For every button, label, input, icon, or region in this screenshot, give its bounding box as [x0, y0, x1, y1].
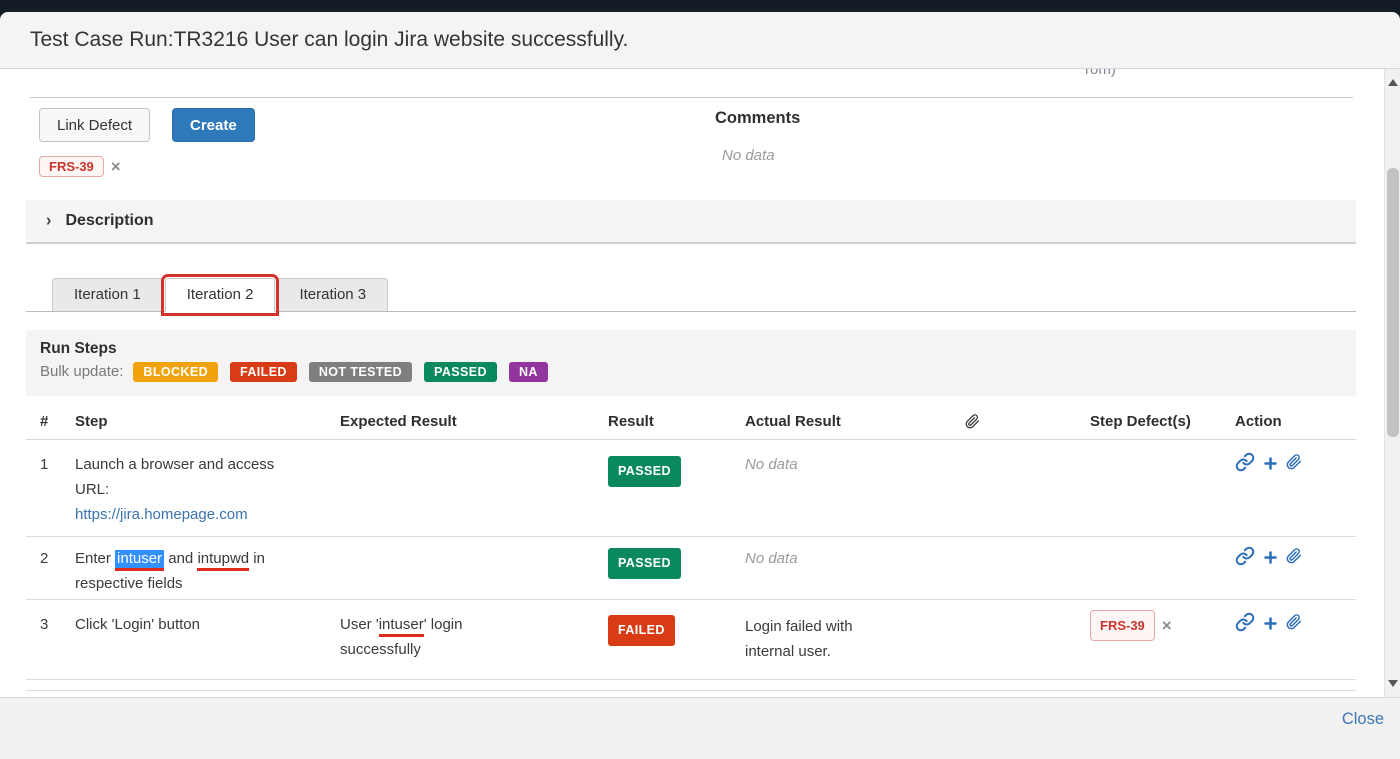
- step-text: Launch a browser and access URL: https:/…: [75, 452, 330, 527]
- add-defect-icon[interactable]: [1263, 548, 1278, 573]
- step-row-3: 3 Click 'Login' button User 'intuser' lo…: [26, 600, 1356, 680]
- result-cell: FAILED: [608, 615, 675, 646]
- bulk-badge-na[interactable]: NA: [509, 362, 548, 382]
- step-number: 3: [40, 612, 48, 637]
- section-divider: [30, 97, 1353, 98]
- steps-table-header: # Step Expected Result Result Actual Res…: [26, 405, 1356, 440]
- run-steps-heading: Run Steps: [40, 340, 1342, 358]
- create-defect-button[interactable]: Create: [172, 108, 255, 142]
- tab-iteration-1[interactable]: Iteration 1: [52, 278, 163, 312]
- header-num: #: [40, 413, 48, 430]
- comments-heading: Comments: [715, 109, 800, 128]
- header-attachment paperclip-icon: [965, 413, 980, 434]
- actual-line1: Login failed with: [745, 618, 853, 635]
- step-number: 2: [40, 546, 48, 571]
- modal-header: Test Case Run:TR3216 User can login Jira…: [0, 12, 1400, 69]
- iteration-tabs: Iteration 1Iteration 2Iteration 3: [52, 278, 390, 312]
- linked-defect-tag[interactable]: FRS-39: [39, 156, 104, 177]
- step-text: Click 'Login' button: [75, 612, 330, 637]
- chevron-right-icon: ›: [46, 198, 51, 244]
- step-text-part: and: [164, 550, 197, 567]
- actual-result-empty: No data: [745, 546, 955, 571]
- vertical-scrollbar[interactable]: [1384, 69, 1400, 697]
- actual-line2: internal user.: [745, 643, 831, 660]
- step-text-line2: respective fields: [75, 575, 183, 592]
- link-defect-button[interactable]: Link Defect: [39, 108, 150, 142]
- add-defect-icon[interactable]: [1263, 614, 1278, 639]
- bulk-badge-failed[interactable]: FAILED: [230, 362, 297, 382]
- remove-step-defect-icon[interactable]: ×: [1162, 616, 1172, 635]
- header-step: Step: [75, 413, 330, 430]
- scrollbar-thumb[interactable]: [1387, 168, 1399, 437]
- header-actual-result: Actual Result: [745, 413, 955, 430]
- row-actions: [1235, 612, 1345, 640]
- underlined-password: intupwd: [197, 550, 249, 571]
- actual-result-text: Login failed with internal user.: [745, 614, 955, 664]
- link-defect-icon[interactable]: [1235, 546, 1255, 574]
- result-cell: PASSED: [608, 456, 681, 487]
- expected-part: ' login: [424, 616, 463, 633]
- tab-iteration-2[interactable]: Iteration 2: [165, 278, 276, 312]
- clipped-scrolled-text: rom): [1085, 69, 1116, 78]
- result-badge-failed[interactable]: FAILED: [608, 615, 675, 646]
- step-text-line1: Launch a browser and access: [75, 456, 274, 473]
- table-bottom-divider: [26, 690, 1356, 691]
- step-number: 1: [40, 452, 48, 477]
- step-text-part: Enter: [75, 550, 115, 567]
- bulk-badge-passed[interactable]: PASSED: [424, 362, 497, 382]
- result-cell: PASSED: [608, 548, 681, 579]
- scroll-up-icon[interactable]: [1385, 69, 1400, 95]
- bulk-badge-blocked[interactable]: BLOCKED: [133, 362, 218, 382]
- description-section-toggle[interactable]: › Description: [26, 200, 1356, 244]
- description-label: Description: [66, 212, 154, 229]
- page-background: { "modal": { "title": "Test Case Run:TR3…: [0, 0, 1400, 759]
- actual-result-empty: No data: [745, 452, 955, 477]
- result-badge-passed[interactable]: PASSED: [608, 548, 681, 579]
- link-defect-icon[interactable]: [1235, 612, 1255, 640]
- remove-defect-icon[interactable]: ×: [111, 157, 121, 176]
- attach-file-icon[interactable]: [1286, 453, 1302, 479]
- attach-file-icon[interactable]: [1286, 547, 1302, 573]
- expected-result-text: User 'intuser' login successfully: [340, 612, 585, 662]
- run-steps-panel: Run Steps Bulk update: BLOCKED FAILED NOT T…: [26, 330, 1356, 396]
- bulk-update-label: Bulk update:: [40, 363, 123, 380]
- comments-empty-text: No data: [722, 147, 775, 164]
- step-defect-cell: FRS-39 ×: [1090, 610, 1250, 641]
- step-row-2: 2 Enter intuser and intupwd in respectiv…: [26, 537, 1356, 600]
- scroll-down-icon[interactable]: [1385, 671, 1400, 697]
- header-action: Action: [1235, 413, 1345, 430]
- header-step-defects: Step Defect(s): [1090, 413, 1250, 430]
- step-text-line2: URL:: [75, 481, 109, 498]
- bulk-badge-not-tested[interactable]: NOT TESTED: [309, 362, 412, 382]
- expected-part: User ': [340, 616, 379, 633]
- step-url-link[interactable]: https://jira.homepage.com: [75, 506, 248, 523]
- header-result: Result: [608, 413, 654, 430]
- link-defect-icon[interactable]: [1235, 452, 1255, 480]
- step-defect-tag[interactable]: FRS-39: [1090, 610, 1155, 641]
- modal-footer: Close: [0, 697, 1400, 759]
- bulk-update-row: Bulk update: BLOCKED FAILED NOT TESTED PASSE…: [40, 362, 1342, 382]
- row-actions: [1235, 546, 1345, 574]
- linked-defect-row: FRS-39 ×: [39, 156, 121, 177]
- row-actions: [1235, 452, 1345, 480]
- expected-line2: successfully: [340, 641, 421, 658]
- result-badge-passed[interactable]: PASSED: [608, 456, 681, 487]
- modal-body: rom) Link Defect Create FRS-39 × Comments…: [0, 69, 1384, 697]
- add-defect-icon[interactable]: [1263, 454, 1278, 479]
- header-expected-result: Expected Result: [340, 413, 585, 430]
- step-text: Enter intuser and intupwd in respective …: [75, 546, 330, 596]
- highlighted-username: intuser: [115, 550, 164, 571]
- step-text-part: in: [249, 550, 265, 567]
- modal-title: Test Case Run:TR3216 User can login Jira…: [0, 12, 1400, 68]
- attach-file-icon[interactable]: [1286, 613, 1302, 639]
- test-case-run-modal: Test Case Run:TR3216 User can login Jira…: [0, 12, 1400, 759]
- close-button[interactable]: Close: [1342, 710, 1384, 729]
- tab-iteration-3[interactable]: Iteration 3: [277, 278, 388, 312]
- underlined-username: intuser: [379, 616, 424, 637]
- step-row-1: 1 Launch a browser and access URL: https…: [26, 440, 1356, 537]
